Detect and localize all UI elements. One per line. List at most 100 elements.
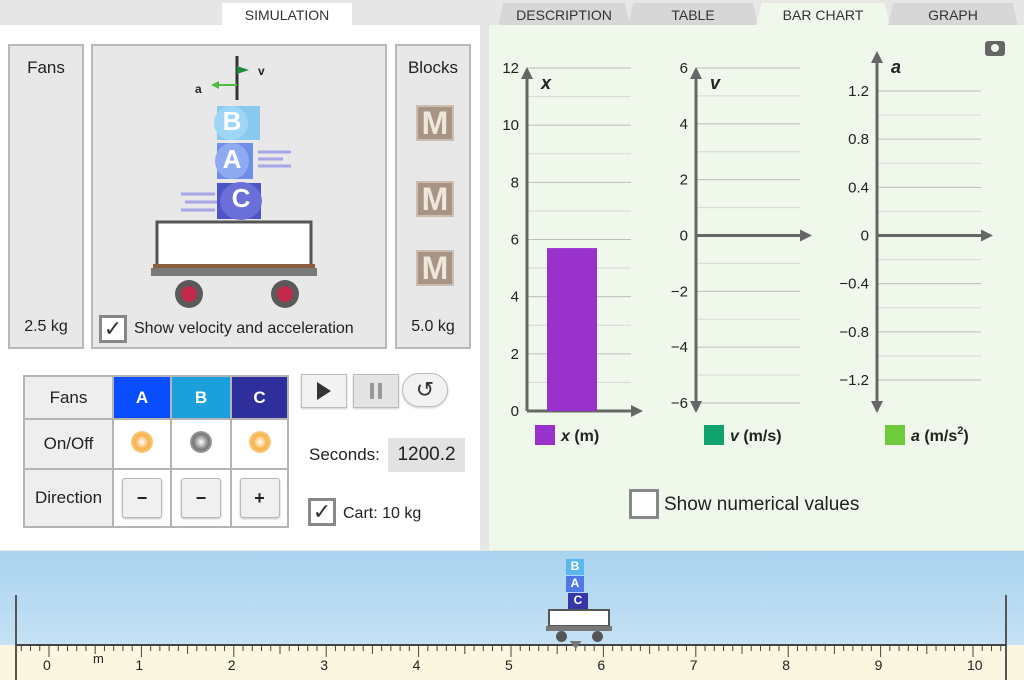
tab-bar-chart[interactable]: BAR CHART — [756, 3, 890, 26]
blocks-panel-title: Blocks — [407, 58, 459, 77]
tick-label: −2 — [671, 283, 688, 300]
fans-panel: Fans 2.5 kg — [8, 44, 84, 349]
tick-label: 2 — [680, 172, 688, 189]
bar — [547, 248, 597, 411]
ruler-unit: m — [93, 651, 104, 666]
tick-label: −0.8 — [839, 324, 869, 341]
tick-label: −4 — [671, 339, 688, 356]
show-vectors-label: Show velocity and acceleration — [134, 320, 354, 337]
play-button[interactable] — [301, 374, 347, 408]
tick-label: −6 — [671, 395, 688, 412]
ruler-label: 3 — [320, 657, 328, 673]
bar-charts: 0 2 4 6 8 10 12 x x (m) −6 −4 −2 0 2 4 6 v v (m/s) −1.2 −0.… — [502, 51, 993, 445]
reset-button[interactable]: ↺ — [402, 373, 448, 407]
blocks-mass-label: 5.0 kg — [411, 318, 455, 335]
show-numerical-label: Show numerical values — [664, 494, 860, 515]
pause-button[interactable] — [353, 374, 399, 408]
legend-label: x (m) — [560, 428, 599, 445]
checkmark-icon: ✓ — [312, 499, 332, 524]
light-on-icon — [248, 430, 271, 453]
legend-swatch — [704, 425, 724, 445]
light-on-icon — [131, 430, 153, 453]
fan-b-toggle[interactable] — [170, 418, 232, 470]
onoff-row-label: On/Off — [23, 418, 114, 470]
tick-label: 2 — [511, 346, 519, 363]
tab-description[interactable]: DESCRIPTION — [498, 3, 630, 26]
mass-block-3[interactable]: M — [416, 250, 454, 286]
ruler-label: 2 — [227, 657, 236, 673]
ruler-label: 0 — [43, 657, 51, 673]
y-axis-arrow — [690, 401, 702, 413]
ruler-label: 8 — [782, 657, 790, 673]
fan-c-toggle[interactable] — [230, 418, 289, 470]
mass-block-1[interactable]: M — [416, 105, 454, 141]
play-icon — [317, 382, 331, 400]
cart-checkbox[interactable]: ✓ — [308, 498, 336, 526]
y-axis-arrow — [690, 67, 702, 79]
mini-cart: B A C — [546, 559, 612, 645]
mini-block-c: C — [568, 593, 588, 610]
tick-label: 1.2 — [848, 83, 869, 100]
fan-c-direction-button[interactable]: + — [239, 478, 280, 518]
camera-icon[interactable] — [985, 41, 1005, 56]
ruler-label: 10 — [967, 657, 983, 673]
x-axis-arrow — [800, 229, 812, 242]
fan-c-header: C — [230, 375, 289, 420]
tab-table[interactable]: TABLE — [628, 3, 758, 26]
seconds-value: 1200.2 — [388, 438, 465, 472]
mini-block-b: B — [566, 559, 584, 575]
y-axis-arrow — [871, 51, 883, 63]
chart-title: x — [540, 73, 552, 93]
tick-label: 0 — [861, 228, 869, 245]
ruler-label: 4 — [412, 657, 421, 673]
tick-label: 4 — [680, 116, 688, 133]
legend-swatch — [535, 425, 555, 445]
block-b[interactable]: B — [222, 106, 242, 137]
tab-graph[interactable]: GRAPH — [888, 3, 1018, 26]
tick-label: 4 — [511, 289, 519, 306]
checkmark-icon: ✓ — [103, 316, 123, 341]
tab-simulation[interactable]: SIMULATION — [222, 3, 352, 26]
fan-a-toggle[interactable] — [112, 418, 172, 470]
blocks-panel: Blocks M M M 5.0 kg — [395, 44, 471, 349]
fan-a-header: A — [112, 375, 172, 420]
legend-label: a (m/s2) — [911, 425, 969, 445]
ruler-label: 5 — [505, 657, 513, 673]
legend-label: v (m/s) — [730, 428, 782, 445]
mass-block-2[interactable]: M — [416, 181, 454, 217]
y-axis-arrow — [521, 67, 533, 79]
fan-b-direction-button[interactable]: − — [181, 478, 221, 518]
tick-label: 0.4 — [848, 179, 869, 196]
chart-title: a — [891, 57, 901, 77]
direction-row-label: Direction — [23, 468, 114, 528]
velocity-label: v — [258, 64, 265, 78]
show-vectors-checkbox[interactable]: ✓ — [99, 315, 127, 343]
pause-icon — [370, 383, 382, 399]
tick-label: −1.2 — [839, 372, 869, 389]
fans-panel-title: Fans — [27, 58, 65, 77]
reset-icon: ↺ — [415, 377, 435, 402]
seconds-label: Seconds: — [309, 445, 380, 464]
ruler-label: 6 — [597, 657, 606, 673]
mini-block-a: A — [566, 576, 584, 592]
legend-swatch — [885, 425, 905, 445]
tick-label: −0.4 — [839, 276, 869, 293]
velocity-vector — [237, 66, 249, 74]
track-view: m 0 1 2 3 4 5 6 7 8 9 10 B A C — [0, 551, 1024, 680]
tick-label: 0 — [680, 228, 688, 245]
light-off-icon — [190, 430, 212, 453]
tick-label: 6 — [680, 60, 688, 77]
ruler-label: 7 — [689, 657, 698, 673]
fan-table: Fans A B C On/Off Direction − − + — [23, 375, 289, 528]
chart-title: v — [710, 73, 721, 93]
fan-a-direction-button[interactable]: − — [122, 478, 162, 518]
block-c[interactable]: C — [230, 183, 252, 214]
y-axis-arrow — [871, 401, 883, 413]
tick-label: 0.8 — [848, 131, 869, 148]
show-numerical-checkbox[interactable] — [629, 489, 659, 519]
tick-label: 0 — [511, 403, 519, 420]
tick-label: 8 — [511, 174, 519, 191]
block-a[interactable]: A — [222, 144, 242, 175]
ruler-label: 1 — [135, 657, 144, 673]
tick-label: 12 — [502, 60, 519, 77]
